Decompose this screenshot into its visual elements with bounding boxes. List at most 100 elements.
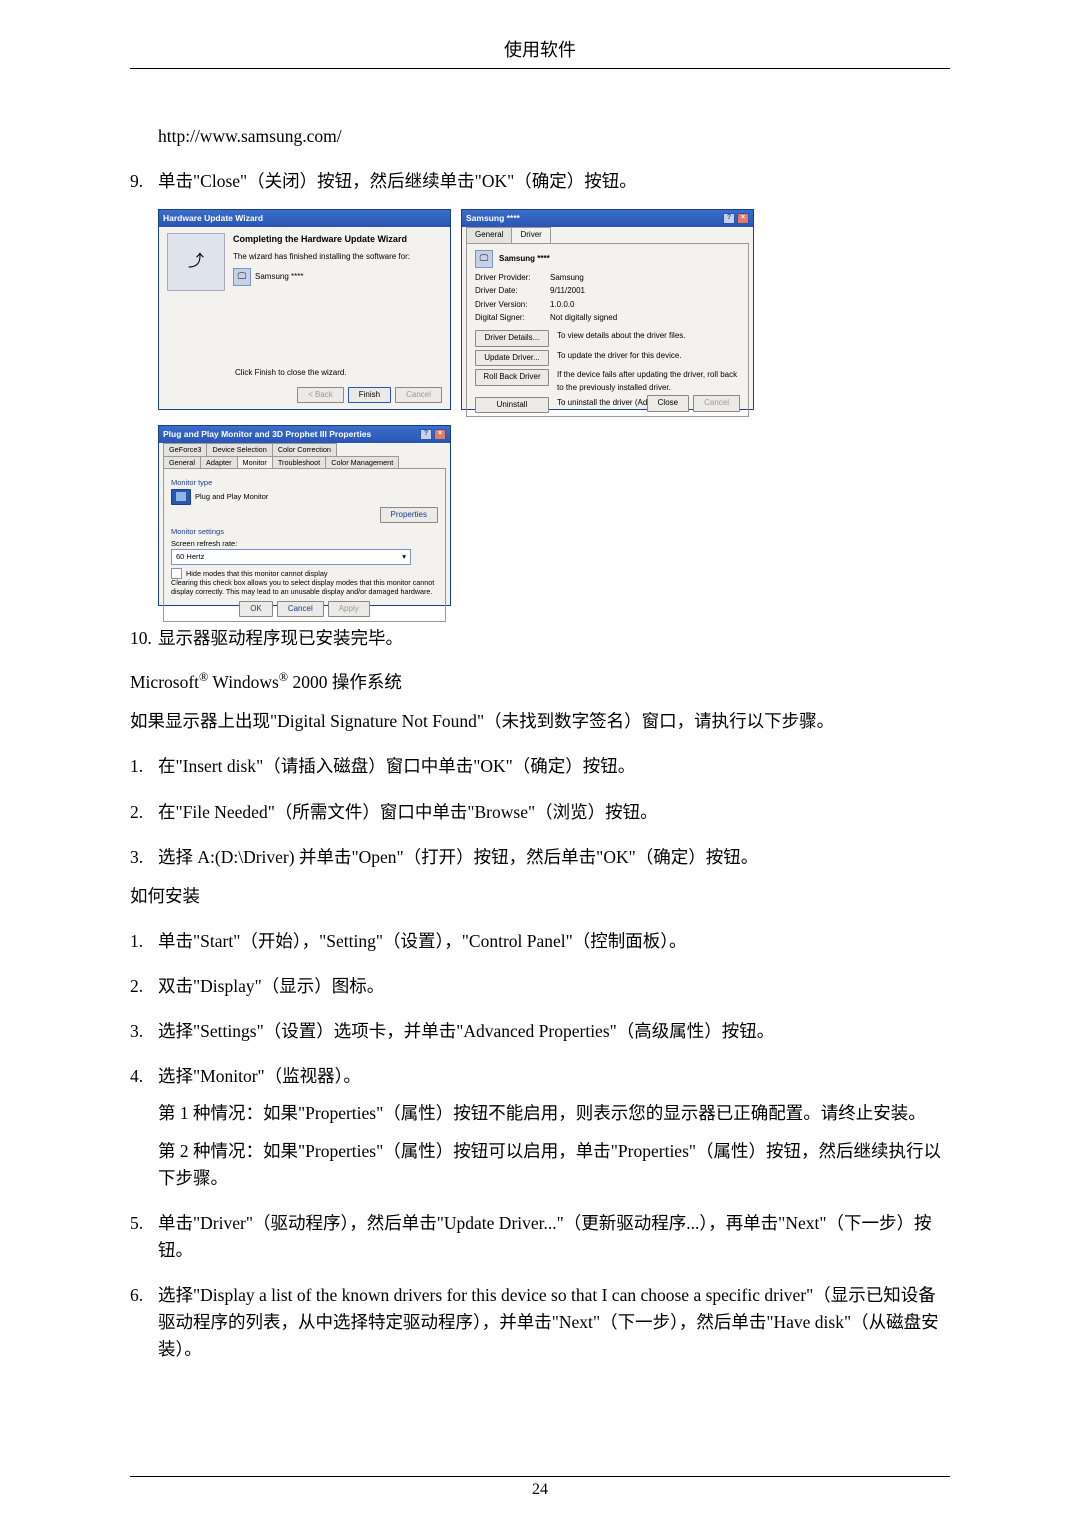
pnp-cancel-button[interactable]: Cancel — [277, 601, 324, 617]
pnp-ok-button[interactable]: OK — [239, 601, 273, 617]
driver-details-button[interactable]: Driver Details... — [475, 330, 549, 346]
k: Driver Provider: — [475, 272, 550, 284]
grp-monitor-settings: Monitor settings — [171, 526, 438, 538]
howto-step1: 单击"Start"（开始），"Setting"（设置），"Control Pan… — [158, 928, 950, 955]
t: 选择" — [158, 1021, 200, 1041]
tab-monitor[interactable]: Monitor — [237, 456, 273, 468]
close-icon[interactable]: × — [434, 429, 446, 440]
n: 2. — [130, 973, 158, 1000]
t: Properties — [305, 1103, 376, 1123]
pnp-properties-dialog: Plug and Play Monitor and 3D Prophet III… — [158, 425, 451, 606]
t: "（设置）选项卡，并单击" — [257, 1021, 464, 1041]
t: 选择 — [158, 847, 197, 867]
pnp-monitor-name: Plug and Play Monitor — [195, 491, 268, 503]
wizard-back-button[interactable]: < Back — [297, 387, 344, 403]
case1: 第 1 种情况：如果"Properties"（属性）按钮不能启用，则表示您的显示… — [158, 1100, 950, 1127]
refresh-label: Screen refresh rate: — [171, 538, 438, 550]
device-icon: 🖵 — [233, 268, 251, 286]
item9-text: 单击"Close"（关闭）按钮，然后继续单击"OK"（确定）按钮。 — [158, 168, 950, 195]
tab-row2[interactable]: Troubleshoot — [272, 456, 326, 468]
pnp-note: Clearing this check box allows you to se… — [171, 579, 438, 596]
n: 1. — [130, 928, 158, 955]
pnp-properties-button[interactable]: Properties — [380, 507, 438, 523]
t: Control Panel — [469, 931, 566, 951]
tab-general[interactable]: General — [466, 227, 512, 242]
t: Digital Signature Not Found — [277, 711, 477, 731]
t: "（显示）图标。 — [255, 976, 385, 996]
t: Advanced Properties — [463, 1021, 609, 1041]
t: "（未找到数字签名）窗口，请执行以下步骤。 — [477, 711, 834, 731]
n: 1. — [130, 753, 158, 780]
drv-close-button[interactable]: Close — [647, 395, 689, 411]
tab-driver[interactable]: Driver — [511, 227, 550, 242]
rollback-driver-button[interactable]: Roll Back Driver — [475, 369, 549, 385]
t: Windows — [208, 672, 278, 692]
case2: 第 2 种情况：如果"Properties"（属性）按钮可以启用，单击"Prop… — [158, 1138, 950, 1192]
help-icon[interactable]: ? — [420, 429, 432, 440]
t: 如果显示器上出现" — [130, 711, 277, 731]
tab-row1[interactable]: GeForce3 — [163, 443, 207, 455]
t: "（驱动程序），然后单击" — [246, 1213, 444, 1233]
dsnf-step2: 在"File Needed"（所需文件）窗口中单击"Browse"（浏览）按钮。 — [158, 799, 950, 826]
t: 单击" — [158, 171, 200, 191]
k: Driver Date: — [475, 285, 550, 297]
t: OK — [480, 756, 505, 776]
t: "（请插入磁盘）窗口中单击" — [256, 756, 480, 776]
wizard-heading: Completing the Hardware Update Wizard — [233, 233, 442, 247]
grp-monitor-type: Monitor type — [171, 477, 438, 489]
wizard-finish-button[interactable]: Finish — [348, 387, 391, 403]
n: 3. — [130, 1018, 158, 1045]
close-icon[interactable]: × — [737, 213, 749, 224]
t: Next — [785, 1213, 819, 1233]
drv-titlebar: Samsung **** ?× — [462, 210, 753, 227]
page-header: 使用软件 — [130, 36, 950, 69]
dsnf-step3: 选择 A:(D:\Driver) 并单击"Open"（打开）按钮，然后单击"OK… — [158, 844, 950, 871]
t: 第 2 种情况：如果" — [158, 1141, 305, 1161]
chevron-down-icon: ▾ — [402, 551, 406, 563]
update-driver-button[interactable]: Update Driver... — [475, 350, 549, 366]
t: 并单击" — [295, 847, 359, 867]
screenshot-area: Hardware Update Wizard ⤴ Completing the … — [158, 209, 754, 605]
tab-row1[interactable]: Color Correction — [272, 443, 337, 455]
wizard-icon: ⤴ — [167, 233, 225, 291]
pnp-apply-button[interactable]: Apply — [328, 601, 370, 617]
drv-name: Samsung **** — [499, 253, 550, 265]
main-content: http://www.samsung.com/ 9. 单击"Close"（关闭）… — [130, 123, 950, 1363]
v: 9/11/2001 — [550, 285, 585, 297]
wizard-line2: Click Finish to close the wizard. — [235, 367, 347, 379]
tab-row2[interactable]: Adapter — [200, 456, 238, 468]
monitor-icon: 🖵 — [475, 250, 493, 268]
t: Monitor — [200, 1066, 257, 1086]
t: Update Driver... — [444, 1213, 557, 1233]
help-icon[interactable]: ? — [723, 213, 735, 224]
t: Setting — [326, 931, 376, 951]
t: Properties — [618, 1141, 689, 1161]
tab-row2[interactable]: Color Management — [325, 456, 399, 468]
t: 2000 操作系统 — [288, 672, 402, 692]
n: 2. — [130, 799, 158, 826]
howto-step2: 双击"Display"（显示）图标。 — [158, 973, 950, 1000]
wizard-cancel-button[interactable]: Cancel — [395, 387, 442, 403]
t: Settings — [200, 1021, 256, 1041]
item9-number: 9. — [130, 168, 158, 195]
t: 双击" — [158, 976, 200, 996]
driver-properties-dialog: Samsung **** ?× General Driver 🖵 Samsung… — [461, 209, 754, 410]
howto-step5: 单击"Driver"（驱动程序），然后单击"Update Driver..."（… — [158, 1210, 950, 1264]
t: "（所需文件）窗口中单击" — [268, 802, 475, 822]
uninstall-button[interactable]: Uninstall — [475, 397, 549, 413]
t: Microsoft — [130, 672, 199, 692]
howto-step4: 选择"Monitor"（监视器）。 — [158, 1063, 950, 1090]
t: Properties — [305, 1141, 376, 1161]
refresh-value: 60 Hertz — [176, 551, 204, 563]
n: 4. — [130, 1063, 158, 1090]
k: Digital Signer: — [475, 312, 550, 324]
refresh-rate-select[interactable]: 60 Hertz ▾ — [171, 549, 411, 565]
t: 在" — [158, 756, 183, 776]
tab-row1[interactable]: Device Selection — [206, 443, 272, 455]
drv-cancel-button[interactable]: Cancel — [693, 395, 740, 411]
howto-heading: 如何安装 — [130, 883, 950, 910]
t: Open — [359, 847, 397, 867]
t: 单击" — [158, 931, 200, 951]
t: 选择" — [158, 1285, 200, 1305]
tab-row2[interactable]: General — [163, 456, 201, 468]
